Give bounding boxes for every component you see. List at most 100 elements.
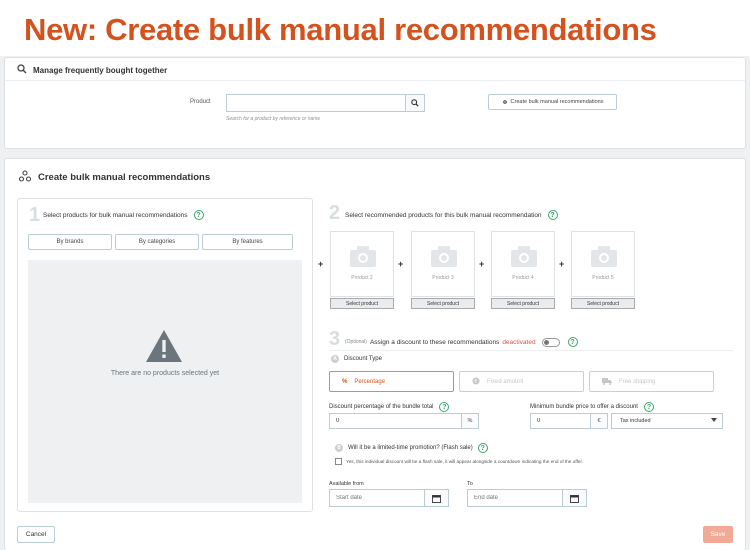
help-icon[interactable]: ? [193,210,204,220]
save-button[interactable]: Save [703,526,733,543]
by-features-button[interactable]: By features [202,234,293,250]
search-hint: Search for a product by reference or nam… [226,116,321,122]
step1-title: Select products for bulk manual recommen… [43,210,204,220]
plus-icon: + [559,259,565,269]
step1-number: 1 [29,204,41,226]
divider [5,80,745,81]
minimum-price-text: Minimum bundle price to offer a discount [530,404,638,410]
selected-products-area: There are no products selected yet [28,260,302,503]
fixed-amount-button[interactable]: € Fixed amount [459,371,584,392]
select-product-button[interactable]: Select product [491,298,555,309]
flash-sale-checkbox[interactable] [335,458,342,465]
calendar-button[interactable] [562,490,586,506]
product-slot-label: Product 2 [351,275,373,281]
discount-toggle[interactable] [541,337,560,347]
divider [329,350,733,351]
flash-sale-text: Yes, this individual discount will be a … [346,459,584,464]
truck-icon [602,377,612,387]
coin-icon: € [472,377,480,387]
help-icon[interactable]: ? [547,210,558,220]
start-date-input[interactable] [330,490,424,506]
tax-select-value: Tax included [620,418,651,424]
calendar-icon [432,494,441,503]
manage-panel: Manage frequently bought together Produc… [4,57,746,149]
select-product-button[interactable]: Select product [571,298,635,309]
camera-icon [589,244,619,273]
product-slot-label: Product 4 [512,275,534,281]
banner-title: New: Create bulk manual recommendations [24,12,657,47]
discount-type-label: Discount Type [344,356,382,362]
warning-icon [145,329,183,368]
flash-sale-title: Will it be a limited-time promotion? (Fl… [348,445,473,451]
step1-title-text: Select products for bulk manual recommen… [43,211,188,219]
discount-type-heading: A Discount Type [331,355,382,363]
section-a-badge: A [331,355,339,363]
select-product-button[interactable]: Select product [411,298,475,309]
product-label: Product [190,99,211,105]
free-shipping-label: Free shipping [619,378,656,385]
camera-icon [509,244,539,273]
discount-percentage-field: % [329,413,479,429]
step3-number: 3 [329,328,341,350]
search-icon [411,99,419,107]
section-b-badge: B [335,444,343,452]
step1-box: 1 Select products for bulk manual recomm… [17,198,313,512]
product-slot-label: Product 3 [432,275,454,281]
flash-sale-heading: B Will it be a limited-time promotion? (… [335,443,488,453]
camera-icon [429,244,459,273]
minimum-price-label: Minimum bundle price to offer a discount… [530,402,654,412]
product-slot-3[interactable]: Product 3 [411,231,475,297]
discount-percentage-input[interactable] [330,414,461,428]
to-label: To [467,481,473,487]
bulk-title: Create bulk manual recommendations [38,172,211,183]
discount-percentage-text: Discount percentage of the bundle total [329,404,434,410]
step2-title: Select recommended products for this bul… [345,210,558,220]
percentage-label: Percentage [354,378,386,385]
start-date-field [329,489,449,507]
tax-select[interactable]: Tax included [611,413,723,429]
product-search [226,94,425,112]
end-date-input[interactable] [468,490,562,506]
minimum-price-input[interactable] [531,414,590,428]
empty-text: There are no products selected yet [110,370,220,377]
calendar-icon [570,494,579,503]
bulk-panel: Create bulk manual recommendations 1 Sel… [4,158,746,550]
help-icon[interactable]: ? [643,402,654,412]
end-date-field [467,489,587,507]
bulk-header: Create bulk manual recommendations [18,170,211,185]
network-icon [18,170,32,185]
create-bulk-button[interactable]: Create bulk manual recommendations [488,94,617,110]
fixed-amount-label: Fixed amount [487,378,524,385]
step2-title-text: Select recommended products for this bul… [345,211,542,219]
optional-label: (Optional) [345,339,367,345]
product-slot-2[interactable]: Product 2 [330,231,394,297]
product-search-input[interactable] [227,95,405,111]
by-categories-button[interactable]: By categories [115,234,199,250]
calendar-button[interactable] [424,490,448,506]
by-brands-button[interactable]: By brands [28,234,112,250]
manage-title: Manage frequently bought together [33,65,168,75]
minimum-price-field: € [530,413,608,429]
cancel-button[interactable]: Cancel [17,526,55,543]
plus-icon: + [318,259,324,269]
product-slot-5[interactable]: Product 5 [571,231,635,297]
help-icon[interactable]: ? [439,402,450,412]
chevron-down-icon [711,418,717,424]
plus-icon: + [398,259,404,269]
create-bulk-label: Create bulk manual recommendations [510,99,604,105]
help-icon[interactable]: ? [477,443,488,453]
search-button[interactable] [405,95,424,111]
help-icon[interactable]: ? [567,337,578,347]
discount-percentage-label: Discount percentage of the bundle total … [329,402,450,412]
free-shipping-button[interactable]: Free shipping [589,371,714,392]
camera-icon [348,244,378,273]
product-slot-4[interactable]: Product 4 [491,231,555,297]
manage-header: Manage frequently bought together [17,64,167,76]
percentage-button[interactable]: % Percentage [329,371,454,392]
svg-text:€: € [474,379,477,385]
select-product-button[interactable]: Select product [330,298,394,309]
flash-sale-option: Yes, this individual discount will be a … [335,458,583,465]
banner: New: Create bulk manual recommendations [0,0,750,56]
step3-title-text: Assign a discount to these recommendatio… [369,338,500,346]
available-from-label: Available from [329,481,364,487]
